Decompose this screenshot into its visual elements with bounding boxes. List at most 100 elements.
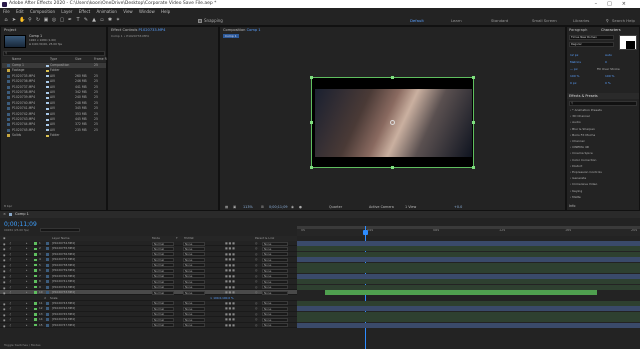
expand-arrow-icon[interactable]: ▸ [26,274,27,279]
menu-layer[interactable]: Layer [61,9,72,14]
switch-icons[interactable]: ■ ■ ■ [225,246,235,251]
switch-icons[interactable]: ■ ■ ■ [225,306,235,311]
expand-arrow-icon[interactable]: ▸ [26,312,27,317]
layer-label-color[interactable] [34,253,37,256]
visibility-eye-icon[interactable]: ◉ [3,291,6,295]
parent-select[interactable]: None [262,279,288,284]
project-item[interactable]: P1020740.MP4 AVI 248 MB 25 [2,101,106,106]
visibility-eye-icon[interactable]: ◉ [3,247,6,251]
switch-icons[interactable]: ■ ■ ■ [225,285,235,290]
blend-mode-select[interactable]: Normal [152,317,174,322]
project-item[interactable]: P1020739.MP4 AVI 240 MB 25 [2,95,106,100]
parent-select[interactable]: None [262,274,288,279]
switch-icons[interactable]: ■ ■ ■ [225,323,235,328]
parent-select[interactable]: None [262,252,288,257]
visibility-eye-icon[interactable]: ◉ [3,324,6,328]
comp-viewer[interactable] [310,76,475,169]
layer-duration-bar[interactable] [297,246,640,252]
maximize-icon[interactable]: □ [607,1,622,7]
brush-tool-icon[interactable]: ✎ [83,17,89,23]
workspace-standard[interactable]: Standard [491,15,508,26]
track-matte-select[interactable]: None [183,323,205,328]
effect-category[interactable]: › CINEMA 4D [570,145,589,150]
audio-icon[interactable]: ♫ [9,317,12,322]
effects-presets-tab[interactable]: Effects & Presets [567,93,639,99]
blend-mode-select[interactable]: Normal [152,252,174,257]
switch-icons[interactable]: ■ ■ ■ [225,274,235,279]
expand-arrow-icon[interactable]: ▸ [26,290,27,295]
font-style-select[interactable]: Regular [569,42,614,47]
blend-mode-select[interactable]: Normal [152,301,174,306]
pick-whip-icon[interactable]: ◎ [255,241,257,246]
camera-select[interactable]: Active Camera [369,204,394,211]
layer-name[interactable]: [P1020734.MP4] [52,241,75,246]
pick-whip-icon[interactable]: ◎ [255,263,257,268]
expand-arrow-icon[interactable]: ▸ [26,317,27,322]
expand-arrow-icon[interactable]: ▸ [26,246,27,251]
menu-help[interactable]: Help [161,9,170,14]
expand-arrow-icon[interactable]: ▸ [26,323,27,328]
blend-mode-select[interactable]: Normal [152,285,174,290]
pick-whip-icon[interactable]: ◎ [255,317,257,322]
effect-controls-tab[interactable]: Effect Controls P1020733.MP4 [111,27,165,33]
camera-tool-icon[interactable]: ▣ [43,17,49,23]
layer-name[interactable]: [P1020743.MP4] [52,301,75,306]
workspace-default[interactable]: Default [410,15,424,26]
layer-label-color[interactable] [34,274,37,278]
tsume-field[interactable]: 0 % [605,81,611,86]
transform-handle[interactable] [391,166,394,169]
expand-arrow-icon[interactable]: ▸ [26,257,27,262]
playhead-handle-icon[interactable] [363,230,368,235]
project-col-size[interactable]: Size [75,57,81,62]
blend-mode-select[interactable]: Normal [152,306,174,311]
audio-icon[interactable]: ♫ [9,252,12,257]
project-search-input[interactable]: ⚲ [3,51,105,56]
parent-select[interactable]: None [262,301,288,306]
paragraph-tab[interactable]: Paragraph [569,27,587,33]
expand-arrow-icon[interactable]: ▸ [26,263,27,268]
layer-duration-bar[interactable] [297,257,640,263]
eraser-tool-icon[interactable]: ▫ [99,17,105,23]
blend-mode-select[interactable]: Normal [152,241,174,246]
effect-category[interactable]: › Generate [570,176,586,181]
visibility-eye-icon[interactable]: ◉ [3,280,6,284]
effect-category[interactable]: › Boris FX Mocha [570,133,595,138]
stroke-width-field[interactable]: — px [570,67,578,72]
pick-whip-icon[interactable]: ◎ [255,323,257,328]
expand-arrow-icon[interactable]: ▸ [26,268,27,273]
grid-icon[interactable]: ▦ [225,204,228,211]
layer-label-color[interactable] [34,280,37,283]
track-matte-select[interactable]: None [183,257,205,262]
layer-duration-bar[interactable] [297,273,640,279]
menu-view[interactable]: View [123,9,133,14]
switch-icons[interactable]: ■ ■ ■ [225,268,235,273]
close-icon[interactable]: × [622,1,636,7]
home-icon[interactable]: ⌂ [3,17,9,23]
switch-icons[interactable]: ■ ■ ■ [225,312,235,317]
layer-duration-bar[interactable] [297,251,640,257]
layer-duration-bar[interactable] [297,268,640,274]
menu-edit[interactable]: Edit [16,9,24,14]
clone-stamp-tool-icon[interactable]: ▲ [91,17,97,23]
layer-label-color[interactable] [34,302,37,305]
project-item[interactable]: P1020742.MP4 AVI 353 MB 25 [2,112,106,117]
layer-name[interactable]: [P1020742.MP4] [52,285,75,290]
pick-whip-icon[interactable]: ◎ [255,290,257,295]
transform-handle[interactable] [310,121,313,124]
workspace-small-screen[interactable]: Small Screen [532,15,557,26]
layer-label-color[interactable] [34,247,37,251]
layer-duration-bar[interactable] [297,279,640,285]
switch-icons[interactable]: ■ ■ ■ [225,241,235,246]
project-item[interactable]: P1020741.MP4 AVI 345 MB 25 [2,106,106,111]
effect-category[interactable]: › Channel [570,139,584,144]
project-item[interactable]: P1020738.MP4 AVI 342 MB 25 [2,90,106,95]
tracking-field[interactable]: 0 [605,60,607,65]
project-item[interactable]: P1020737.MP4 AVI 441 MB 25 [2,85,106,90]
layer-name[interactable]: [P1020737.MP4] [52,257,75,262]
parent-select[interactable]: None [262,246,288,251]
roto-brush-tool-icon[interactable]: ✱ [107,17,113,23]
project-col-name[interactable]: Name [12,57,21,62]
vertical-scale-field[interactable]: 100 % [570,74,580,79]
track-matte-select[interactable]: None [183,274,205,279]
timeline-timecode[interactable]: 0;00;11;09 [4,221,37,228]
